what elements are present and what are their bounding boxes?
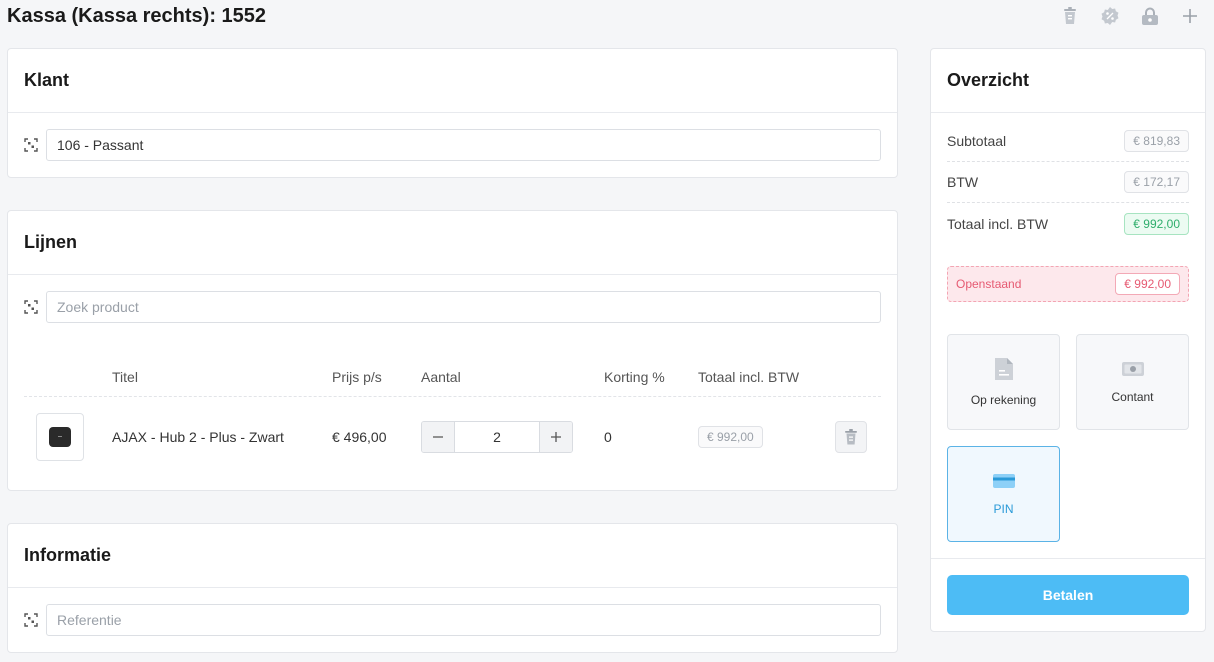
outstanding-label: Openstaand bbox=[956, 277, 1022, 291]
column-korting: Korting % bbox=[604, 369, 665, 385]
payment-method-label: Contant bbox=[1111, 390, 1154, 404]
informatie-heading: Informatie bbox=[8, 524, 897, 588]
product-search-input[interactable] bbox=[46, 291, 881, 323]
column-totaal: Totaal incl. BTW bbox=[698, 369, 800, 385]
discount-icon[interactable] bbox=[1100, 6, 1120, 26]
table-row: AJAX - Hub 2 - Plus - Zwart € 496,00 2 0… bbox=[24, 397, 881, 477]
lock-icon[interactable] bbox=[1140, 6, 1160, 26]
subtotal-label: Subtotaal bbox=[947, 133, 1007, 149]
payment-method-label: PIN bbox=[993, 502, 1014, 516]
cash-icon bbox=[1121, 362, 1144, 376]
barcode-scan-icon bbox=[24, 138, 38, 152]
btw-row: BTW € 172,17 bbox=[947, 162, 1189, 203]
total-label: Totaal incl. BTW bbox=[947, 215, 1049, 232]
klant-heading: Klant bbox=[8, 49, 897, 113]
trash-icon[interactable] bbox=[1060, 6, 1080, 26]
quantity-stepper: 2 bbox=[421, 421, 573, 453]
line-total: € 992,00 bbox=[698, 426, 763, 448]
outstanding-box: Openstaand € 992,00 bbox=[947, 266, 1189, 302]
minus-icon bbox=[433, 436, 443, 438]
subtotal-value: € 819,83 bbox=[1124, 130, 1189, 152]
decrement-button[interactable] bbox=[422, 422, 454, 452]
klant-card: Klant bbox=[7, 48, 898, 178]
table-header: Titel Prijs p/s Aantal Korting % Totaal … bbox=[24, 365, 881, 397]
overzicht-heading: Overzicht bbox=[931, 49, 1205, 113]
line-title: AJAX - Hub 2 - Plus - Zwart bbox=[112, 429, 284, 445]
product-thumbnail bbox=[36, 413, 84, 461]
invoice-icon bbox=[994, 358, 1013, 380]
column-titel: Titel bbox=[112, 369, 138, 385]
outstanding-value: € 992,00 bbox=[1115, 273, 1180, 295]
customer-field[interactable] bbox=[46, 129, 881, 161]
column-aantal: Aantal bbox=[421, 369, 461, 385]
informatie-card: Informatie bbox=[7, 523, 898, 653]
top-actions bbox=[1060, 6, 1200, 26]
payment-method-pin[interactable]: PIN bbox=[947, 446, 1060, 542]
page-title: Kassa (Kassa rechts): 1552 bbox=[7, 5, 267, 27]
total-row: Totaal incl. BTW € 992,00 bbox=[947, 203, 1189, 244]
divider bbox=[931, 558, 1205, 559]
plus-icon[interactable] bbox=[1180, 6, 1200, 26]
payment-method-op-rekening[interactable]: Op rekening bbox=[947, 334, 1060, 430]
trash-icon bbox=[845, 429, 857, 445]
delete-line-button[interactable] bbox=[835, 421, 867, 453]
increment-button[interactable] bbox=[540, 422, 572, 452]
subtotal-row: Subtotaal € 819,83 bbox=[947, 121, 1189, 162]
payment-method-label: Op rekening bbox=[970, 393, 1037, 407]
reference-input[interactable] bbox=[46, 604, 881, 636]
quantity-field[interactable]: 2 bbox=[454, 422, 540, 452]
total-value: € 992,00 bbox=[1124, 212, 1189, 235]
lijnen-card: Lijnen Titel Prijs p/s Aantal Korting % … bbox=[7, 210, 898, 491]
plus-icon bbox=[551, 432, 561, 442]
btw-label: BTW bbox=[947, 174, 979, 190]
barcode-scan-icon bbox=[24, 613, 38, 627]
line-discount[interactable]: 0 bbox=[604, 397, 612, 477]
pay-button[interactable]: Betalen bbox=[947, 575, 1189, 615]
line-price: € 496,00 bbox=[332, 429, 387, 445]
card-icon bbox=[992, 474, 1015, 488]
payment-method-contant[interactable]: Contant bbox=[1076, 334, 1189, 430]
column-prijs: Prijs p/s bbox=[332, 369, 382, 385]
barcode-scan-icon bbox=[24, 300, 38, 314]
overzicht-card: Overzicht Subtotaal € 819,83 BTW € 172,1… bbox=[930, 48, 1206, 632]
btw-value: € 172,17 bbox=[1124, 171, 1189, 193]
lijnen-heading: Lijnen bbox=[8, 211, 897, 275]
